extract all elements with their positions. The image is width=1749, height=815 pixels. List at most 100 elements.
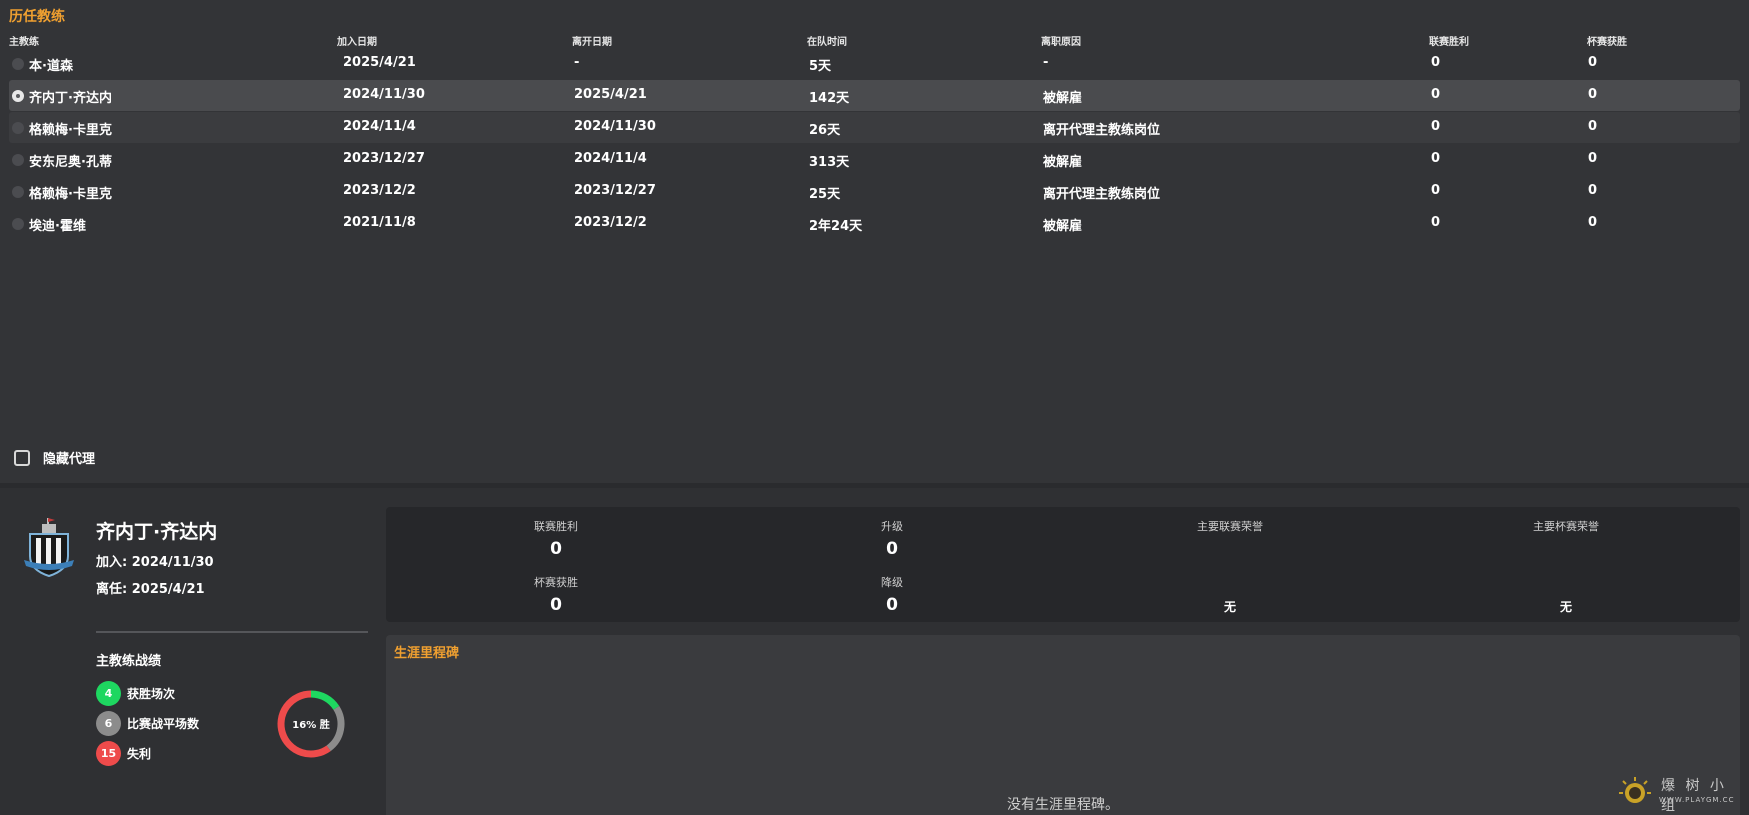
career-summary-box: 联赛胜利 0 升级 0 主要联赛荣誉 主要杯赛荣誉 杯赛获胜 0 降级 0 无 …	[386, 507, 1740, 622]
major-league-honours-label: 主要联赛荣誉	[1197, 520, 1263, 533]
cell-tenure: 25天	[809, 187, 841, 202]
promotion-label: 升级	[881, 520, 903, 533]
draws-stat: 6 比赛战平场数	[96, 711, 199, 736]
table-row[interactable]: 本·道森 2025/4/21 - 5天 - 0 0	[9, 48, 1740, 79]
row-radio[interactable]	[12, 154, 24, 166]
cell-leave-date: 2024/11/4	[574, 151, 647, 166]
league-wins-label: 联赛胜利	[534, 520, 578, 533]
cell-join-date: 2023/12/2	[343, 183, 416, 198]
losses-badge: 15	[96, 741, 121, 766]
coach-leave-date: 离任: 2025/4/21	[96, 582, 205, 597]
cell-tenure: 142天	[809, 91, 850, 106]
major-cup-honours-label: 主要杯赛荣誉	[1533, 520, 1599, 533]
cell-league-wins: 0	[1431, 215, 1441, 230]
win-arc	[310, 690, 340, 710]
cell-leave-date: 2024/11/30	[574, 119, 656, 134]
promotion-value: 0	[886, 539, 898, 559]
row-radio[interactable]	[12, 218, 24, 230]
club-crest-icon	[24, 518, 74, 578]
cell-join-date: 2024/11/30	[343, 87, 425, 102]
cell-coach: 格赖梅·卡里克	[29, 187, 112, 202]
watermark-text: 爆 树 小 组	[1661, 778, 1727, 814]
win-rate-label: 16% 胜	[292, 718, 329, 731]
cell-coach: 埃迪·霍维	[29, 219, 86, 234]
milestones-empty-text: 没有生涯里程碑。	[1007, 797, 1119, 813]
cell-join-date: 2024/11/4	[343, 119, 416, 134]
coach-name: 齐内丁·齐达内	[96, 521, 218, 543]
column-header-reason[interactable]: 离职原因	[1041, 33, 1081, 48]
column-header-cup-wins[interactable]: 杯赛获胜	[1587, 33, 1627, 48]
cell-join-date: 2021/11/8	[343, 215, 416, 230]
cell-cup-wins: 0	[1588, 55, 1598, 70]
losses-stat: 15 失利	[96, 741, 151, 766]
row-radio[interactable]	[12, 90, 24, 102]
cell-tenure: 26天	[809, 123, 841, 138]
cell-join-date: 2023/12/27	[343, 151, 425, 166]
row-radio[interactable]	[12, 58, 24, 70]
coach-history-panel: 历任教练 主教练 加入日期 离开日期 在队时间 离职原因 联赛胜利 杯赛获胜 本…	[0, 0, 1749, 483]
wins-stat: 4 获胜场次	[96, 681, 175, 706]
cell-join-date: 2025/4/21	[343, 55, 416, 70]
milestones-title: 生涯里程碑	[394, 646, 460, 661]
table-row[interactable]: 齐内丁·齐达内 2024/11/30 2025/4/21 142天 被解雇 0 0	[9, 80, 1740, 111]
relegation-label: 降级	[881, 576, 903, 589]
hide-agent-toggle[interactable]: 隐藏代理	[14, 448, 95, 467]
cell-leave-date: 2023/12/27	[574, 183, 656, 198]
coach-detail-panel: 齐内丁·齐达内 加入: 2024/11/30 离任: 2025/4/21 主教练…	[0, 488, 1749, 815]
watermark-logo-icon	[1619, 777, 1651, 803]
cell-reason: 被解雇	[1043, 91, 1083, 106]
cell-leave-date: 2023/12/2	[574, 215, 647, 230]
cell-league-wins: 0	[1431, 151, 1441, 166]
cell-cup-wins: 0	[1588, 119, 1598, 134]
cell-tenure: 5天	[809, 59, 832, 74]
table-row[interactable]: 埃迪·霍维 2021/11/8 2023/12/2 2年24天 被解雇 0 0	[9, 208, 1740, 239]
row-radio[interactable]	[12, 122, 24, 134]
career-milestones-box: 生涯里程碑 没有生涯里程碑。	[386, 635, 1740, 815]
column-header-leave-date[interactable]: 离开日期	[572, 33, 612, 48]
section-title: 历任教练	[9, 9, 65, 25]
cell-league-wins: 0	[1431, 87, 1441, 102]
cell-tenure: 2年24天	[809, 219, 863, 234]
cell-cup-wins: 0	[1588, 215, 1598, 230]
table-row[interactable]: 格赖梅·卡里克 2024/11/4 2024/11/30 26天 离开代理主教练岗位 0 0	[9, 112, 1740, 143]
losses-label: 失利	[127, 747, 152, 761]
hide-agent-checkbox[interactable]	[14, 449, 30, 466]
cup-wins-value: 0	[550, 595, 562, 615]
relegation-value: 0	[886, 595, 898, 615]
cell-coach: 安东尼奥·孔蒂	[29, 155, 112, 170]
hide-agent-label: 隐藏代理	[43, 452, 96, 467]
wins-label: 获胜场次	[127, 687, 176, 701]
cell-coach: 格赖梅·卡里克	[29, 123, 112, 138]
column-header-tenure[interactable]: 在队时间	[807, 33, 847, 48]
league-wins-value: 0	[550, 539, 562, 559]
cell-reason: -	[1043, 55, 1049, 70]
cell-tenure: 313天	[809, 155, 850, 170]
cell-coach: 齐内丁·齐达内	[29, 91, 112, 106]
draws-label: 比赛战平场数	[127, 717, 200, 731]
cell-league-wins: 0	[1431, 55, 1441, 70]
cell-cup-wins: 0	[1588, 87, 1598, 102]
column-header-league-wins[interactable]: 联赛胜利	[1429, 33, 1469, 48]
draw-arc	[326, 706, 345, 752]
divider	[96, 631, 368, 633]
cup-wins-label: 杯赛获胜	[534, 576, 578, 589]
draws-badge: 6	[96, 711, 121, 736]
major-cup-honours-value: 无	[1559, 600, 1573, 614]
cell-league-wins: 0	[1431, 183, 1441, 198]
row-radio[interactable]	[12, 186, 24, 198]
watermark-url: WWW.PLAYGM.CC	[1659, 796, 1735, 804]
major-league-honours-value: 无	[1223, 600, 1237, 614]
wins-badge: 4	[96, 681, 121, 706]
cell-leave-date: 2025/4/21	[574, 87, 647, 102]
watermark: 爆 树 小 组 WWW.PLAYGM.CC	[1615, 775, 1743, 814]
cell-cup-wins: 0	[1588, 183, 1598, 198]
cell-reason: 离开代理主教练岗位	[1043, 123, 1161, 138]
table-row[interactable]: 安东尼奥·孔蒂 2023/12/27 2024/11/4 313天 被解雇 0 0	[9, 144, 1740, 175]
cell-cup-wins: 0	[1588, 151, 1598, 166]
cell-leave-date: -	[574, 55, 580, 70]
column-header-coach[interactable]: 主教练	[9, 33, 39, 48]
win-rate-donut: 16% 胜	[277, 690, 345, 758]
cell-reason: 被解雇	[1043, 155, 1083, 170]
table-row[interactable]: 格赖梅·卡里克 2023/12/2 2023/12/27 25天 离开代理主教练岗位 0 0	[9, 176, 1740, 207]
column-header-join-date[interactable]: 加入日期	[337, 33, 377, 48]
